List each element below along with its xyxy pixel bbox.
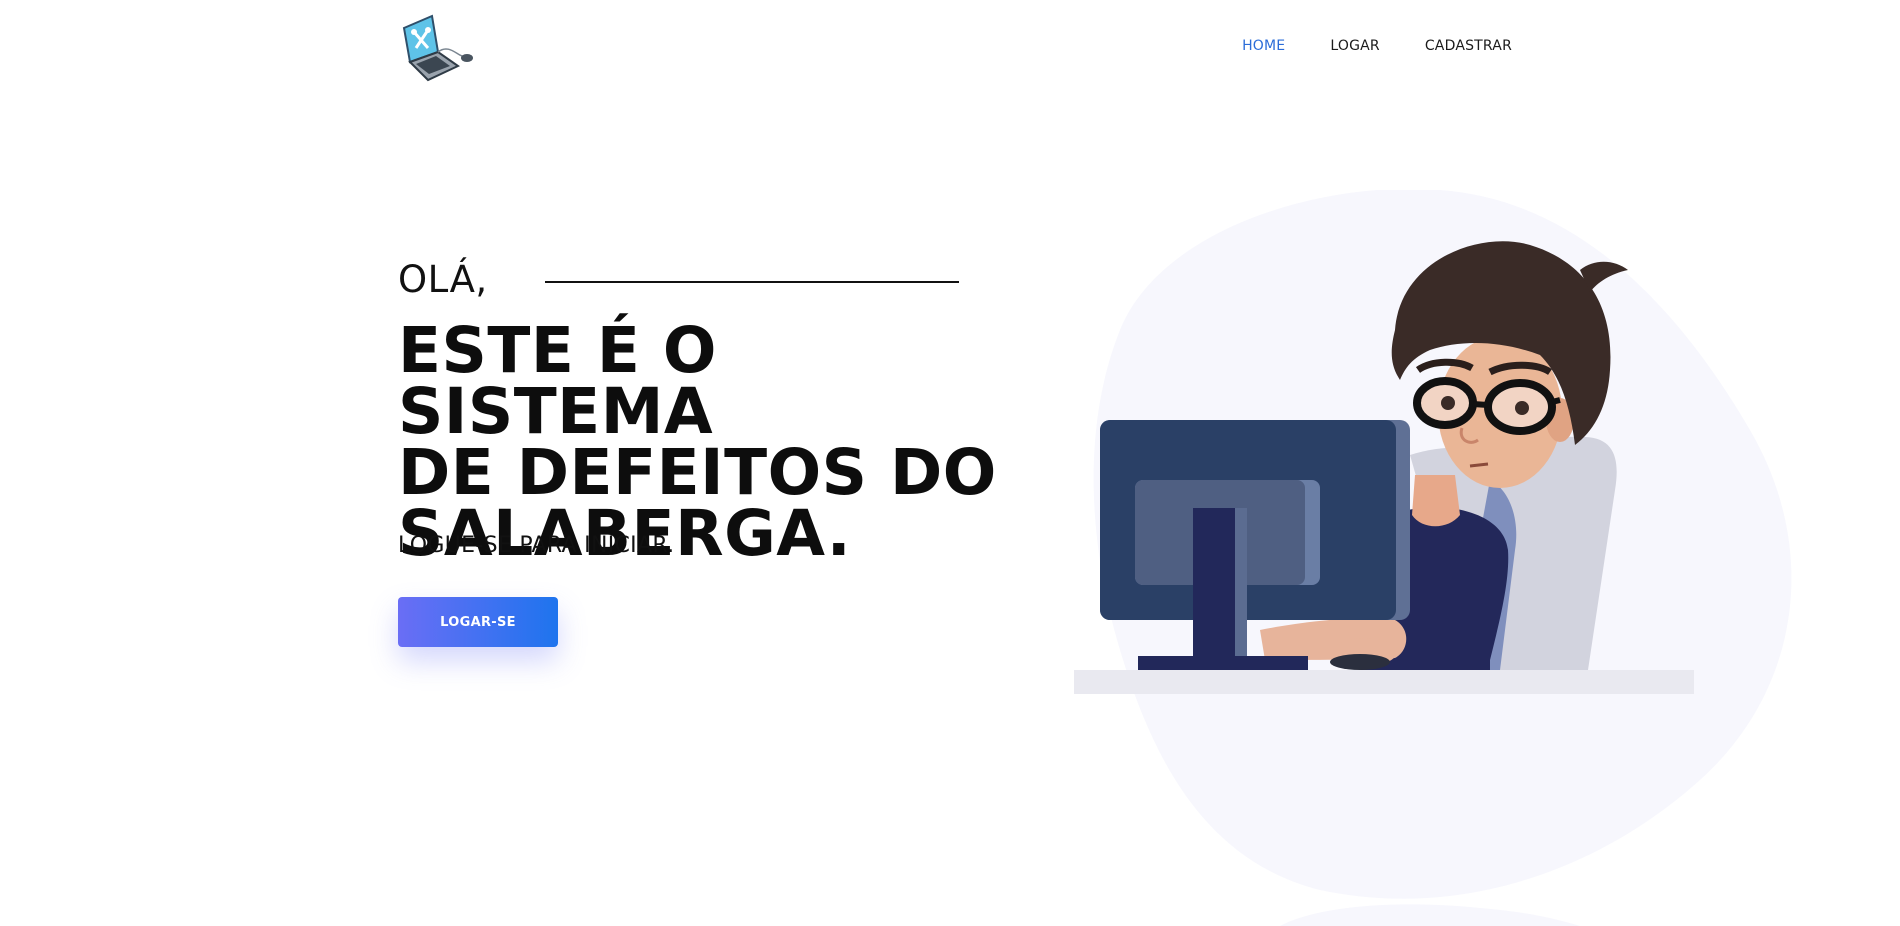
landing-page: HOME LOGAR CADASTRAR OLÁ, ESTE É O SISTE… [0,0,1900,926]
hero-subline: LOGUE-SE PARA INICIAR. [398,533,675,558]
logar-se-button[interactable]: LOGAR-SE [398,597,558,647]
monitor-stand [1193,508,1235,658]
laptop-tools-logo-icon[interactable] [398,14,478,84]
developer-at-computer-illustration [1074,190,1792,926]
greeting-divider-line [545,281,959,283]
nav-cadastrar-link[interactable]: CADASTRAR [1425,38,1512,54]
greeting-row: OLÁ, [398,258,959,301]
nav-home-link[interactable]: HOME [1242,38,1285,54]
main-nav: HOME LOGAR CADASTRAR [1242,38,1512,54]
nav-logar-link[interactable]: LOGAR [1330,38,1379,54]
desk [1074,670,1694,694]
greeting-text: OLÁ, [398,258,488,301]
headline-line-1: ESTE É O SISTEMA [398,314,717,448]
hero-headline: ESTE É O SISTEMA DE DEFEITOS DO SALABERG… [398,319,1038,565]
